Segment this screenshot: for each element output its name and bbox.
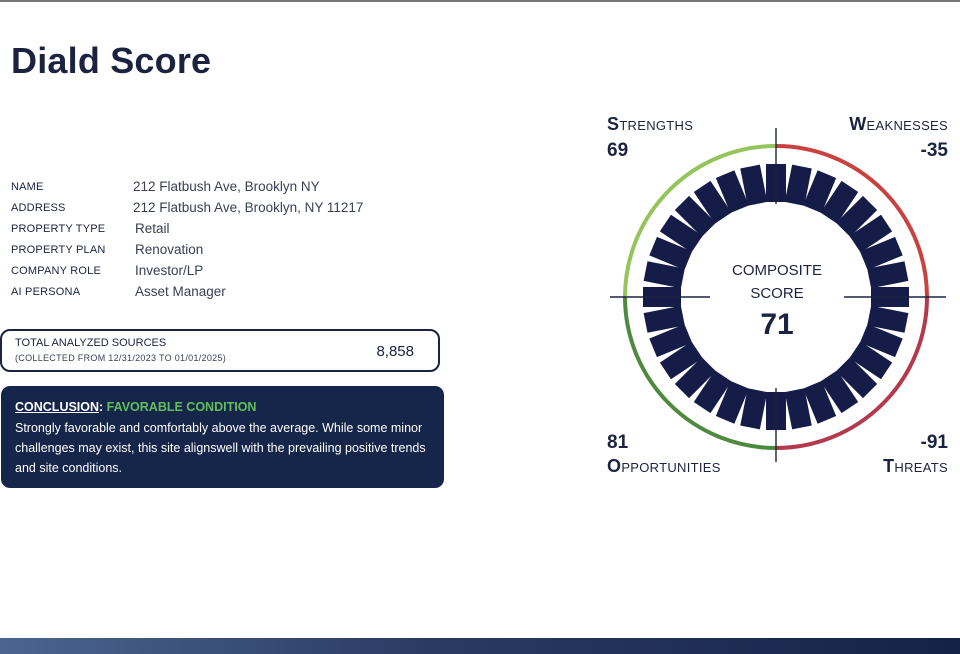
sources-title: TOTAL ANALYZED SOURCES (15, 337, 167, 349)
composite-label-line2: SCORE (750, 285, 803, 302)
info-row-ai-persona: AI PERSONA Asset Manager (11, 281, 363, 302)
total-sources-card: TOTAL ANALYZED SOURCES (COLLECTED FROM 1… (0, 329, 440, 372)
info-row-company-role: COMPANY ROLE Investor/LP (11, 260, 363, 281)
conclusion-separator: : (99, 400, 107, 414)
swot-gauge: STRENGTHS 69 WEAKNESSES -35 81 OPPORTUNI… (600, 108, 952, 478)
composite-score: 71 (760, 308, 793, 341)
info-value: 212 Flatbush Ave, Brooklyn NY (133, 179, 320, 194)
info-label: PROPERTY PLAN (11, 243, 106, 256)
top-rule (0, 0, 960, 2)
conclusion-text: Strongly favorable and comfortably above… (15, 421, 426, 475)
conclusion-label: CONCLUSION (15, 400, 100, 414)
info-label: COMPANY ROLE (11, 264, 102, 277)
info-row-address: ADDRESS 212 Flatbush Ave, Brooklyn, NY 1… (11, 197, 363, 218)
info-label: AI PERSONA (11, 285, 81, 298)
sources-count: 8,858 (376, 343, 414, 360)
info-value: Asset Manager (135, 284, 226, 299)
info-value: Retail (135, 221, 170, 236)
page-title: Diald Score (11, 40, 212, 81)
conclusion-heading: CONCLUSION: FAVORABLE CONDITION (15, 400, 430, 414)
sources-date-range: (COLLECTED FROM 12/31/2023 TO 01/01/2025… (15, 353, 227, 363)
info-row-property-plan: PROPERTY PLAN Renovation (11, 239, 363, 260)
footer-bar (0, 638, 960, 654)
conclusion-status: FAVORABLE CONDITION (106, 400, 257, 414)
info-label: PROPERTY TYPE (11, 222, 106, 235)
info-value: Renovation (135, 242, 204, 257)
gauge-graphic: COMPOSITE SCORE 71 (610, 128, 946, 462)
info-row-name: NAME 212 Flatbush Ave, Brooklyn NY (11, 176, 363, 197)
info-value: 212 Flatbush Ave, Brooklyn, NY 11217 (133, 200, 364, 215)
info-label: ADDRESS (11, 201, 66, 214)
property-info: NAME 212 Flatbush Ave, Brooklyn NY ADDRE… (11, 176, 363, 302)
info-value: Investor/LP (135, 263, 204, 278)
info-label: NAME (11, 180, 44, 193)
info-row-property-type: PROPERTY TYPE Retail (11, 218, 363, 239)
composite-label-line1: COMPOSITE (732, 262, 822, 279)
conclusion-card: CONCLUSION: FAVORABLE CONDITION Strongly… (1, 386, 444, 488)
